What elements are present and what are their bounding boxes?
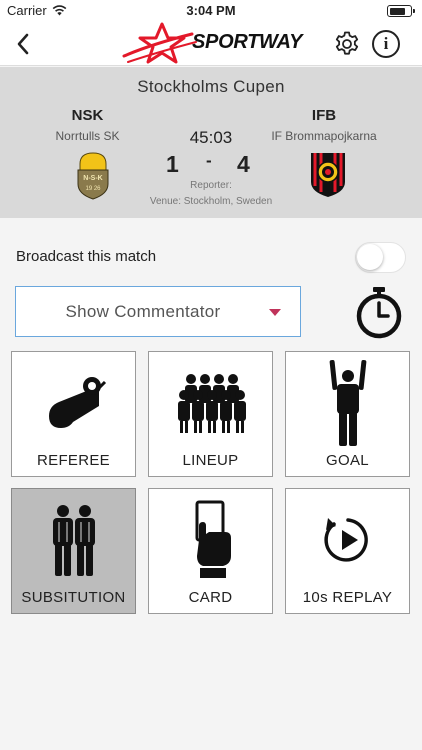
chevron-left-icon (17, 33, 29, 55)
commentator-dropdown[interactable]: Show Commentator (15, 286, 301, 337)
replay-icon (323, 518, 368, 562)
reporter-label: Reporter: (190, 180, 232, 191)
card-tile[interactable]: CARD (148, 488, 273, 614)
caret-down-icon (269, 309, 281, 316)
substitution-label: SUBSITUTION (21, 589, 126, 606)
replay-tile-icon-wrap (286, 497, 409, 583)
team-icon (177, 374, 246, 433)
away-team-name: IF Brommapojkarna (271, 129, 377, 143)
gear-icon (335, 31, 359, 55)
lineup-tile[interactable]: LINEUP (148, 351, 273, 477)
replay-tile[interactable]: 10s REPLAY (285, 488, 410, 614)
venue-label: Venue: Stockholm, Sweden (149, 196, 273, 207)
status-bar: Carrier 3:04 PM (0, 0, 422, 22)
away-score: 4 (237, 151, 250, 177)
svg-text:N-S-K: N-S-K (83, 175, 102, 182)
star-icon (122, 22, 197, 64)
toggle-knob (357, 244, 383, 270)
back-button[interactable] (8, 29, 38, 59)
lineup-tile-icon-wrap (149, 360, 272, 446)
match-clock: 45:03 (189, 128, 233, 147)
substitution-tile[interactable]: SUBSITUTION (11, 488, 136, 614)
home-team-code: NSK (71, 107, 104, 124)
substitution-tile-icon-wrap (12, 497, 135, 583)
home-team-name: Norrtulls SK (55, 129, 120, 143)
broadcast-label: Broadcast this match (16, 248, 157, 265)
sportway-logo: SPORTWAY (122, 22, 303, 66)
referee-tile[interactable]: REFEREE (11, 351, 136, 477)
referee-tile-icon-wrap (12, 360, 135, 446)
broadcast-toggle[interactable] (355, 242, 406, 273)
nav-bar: SPORTWAY i (0, 22, 422, 66)
stopwatch-button[interactable] (352, 285, 406, 339)
away-team-code: IFB (311, 107, 337, 124)
whistle-icon (48, 377, 106, 428)
commentator-dropdown-value: Show Commentator (65, 302, 221, 321)
battery-fill (389, 7, 405, 15)
info-icon: i (383, 34, 389, 53)
goal-tile[interactable]: GOAL (285, 351, 410, 477)
goal-tile-icon-wrap (286, 360, 409, 446)
celebrating-player-icon (329, 360, 366, 446)
status-time: 3:04 PM (186, 3, 236, 18)
info-button[interactable]: i (372, 30, 400, 58)
match-panel: Stockholms Cupen NSK Norrtulls SK IFB IF… (0, 67, 422, 218)
away-crest-icon (311, 153, 345, 197)
home-score: 1 (166, 151, 179, 177)
card-label: CARD (188, 589, 233, 606)
logo-text: SPORTWAY (192, 31, 303, 53)
score-separator: - (206, 151, 212, 170)
referee-label: REFEREE (37, 452, 110, 469)
goal-label: GOAL (326, 452, 369, 469)
tournament-title: Stockholms Cupen (137, 77, 285, 96)
card-tile-icon-wrap (149, 497, 272, 583)
stopwatch-icon (356, 287, 402, 339)
svg-text:19 26: 19 26 (85, 186, 101, 192)
battery-icon (387, 5, 415, 17)
lineup-label: LINEUP (182, 452, 239, 469)
card-hand-icon (195, 500, 231, 578)
replay-label: 10s REPLAY (302, 589, 393, 606)
settings-button[interactable] (333, 30, 361, 58)
home-crest-icon: N-S-K 19 26 (77, 152, 109, 200)
two-players-icon (52, 505, 95, 576)
